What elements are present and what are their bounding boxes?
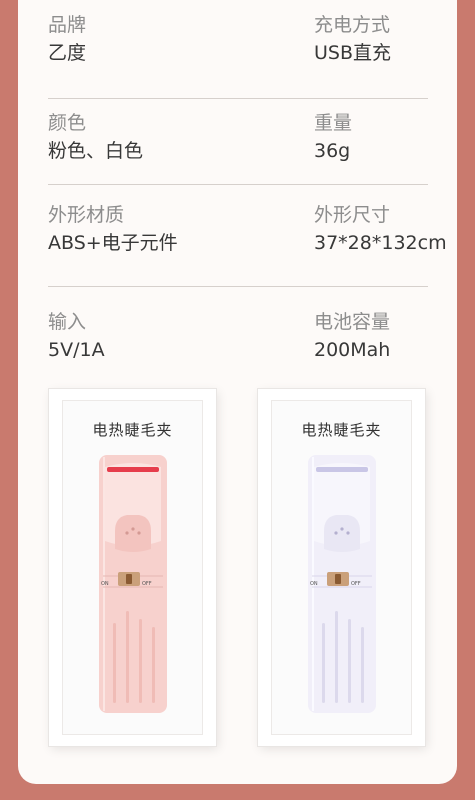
switch-on-label: ON: [310, 581, 318, 587]
spec-label: 颜色: [48, 112, 87, 134]
spec-value: 粉色、白色: [48, 140, 144, 162]
spec-row: 输入 5V/1A 电池容量 200Mah: [48, 309, 428, 369]
spec-cell-charging: 充电方式 USB直充: [314, 12, 391, 66]
switch-on-label: ON: [101, 581, 109, 587]
spec-value: 200Mah: [314, 339, 391, 361]
heating-pad: [106, 467, 159, 472]
spec-cell-input: 输入 5V/1A: [48, 309, 105, 363]
spec-value: USB直充: [314, 42, 392, 64]
switch-off-label: OFF: [351, 581, 361, 587]
spec-label: 品牌: [48, 14, 87, 36]
spec-row: 外形材质 ABS+电子元件 外形尺寸 37*28*132cm: [48, 202, 447, 287]
spec-cell-material: 外形材质 ABS+电子元件: [48, 202, 178, 256]
spec-card: 品牌 乙度 充电方式 USB直充 颜色 粉色、白色 重量 36g 外形材质 AB…: [18, 0, 457, 784]
spec-cell-weight: 重量 36g: [314, 110, 352, 164]
eyelash-curler-pink: ON OFF: [98, 455, 167, 713]
spec-label: 输入: [48, 311, 87, 333]
spec-label: 重量: [314, 112, 353, 134]
spec-cell-brand: 品牌 乙度: [48, 12, 86, 66]
spec-label: 外形尺寸: [314, 204, 391, 226]
spec-label: 充电方式: [314, 14, 391, 36]
product-box-pink: 电热睫毛夹 ON OFF: [49, 389, 216, 746]
spec-value: 36g: [314, 140, 351, 162]
eyelash-curler-white: ON OFF: [307, 455, 376, 713]
heating-pad: [315, 467, 368, 472]
spec-row: 品牌 乙度 充电方式 USB直充: [48, 12, 428, 99]
box-label: 电热睫毛夹: [301, 421, 382, 439]
spec-value: 37*28*132cm: [314, 232, 447, 254]
spec-cell-dimensions: 外形尺寸 37*28*132cm: [314, 202, 447, 256]
spec-row: 颜色 粉色、白色 重量 36g: [48, 110, 428, 185]
spec-label: 外形材质: [48, 204, 125, 226]
spec-cell-color: 颜色 粉色、白色: [48, 110, 143, 164]
spec-cell-battery: 电池容量 200Mah: [314, 309, 390, 363]
spec-value: 5V/1A: [48, 339, 105, 361]
box-label: 电热睫毛夹: [92, 421, 173, 439]
spec-value: ABS+电子元件: [48, 232, 178, 254]
switch-off-label: OFF: [142, 581, 152, 587]
spec-value: 乙度: [48, 42, 87, 64]
product-box-white: 电热睫毛夹 ON OFF: [258, 389, 425, 746]
spec-label: 电池容量: [314, 311, 391, 333]
